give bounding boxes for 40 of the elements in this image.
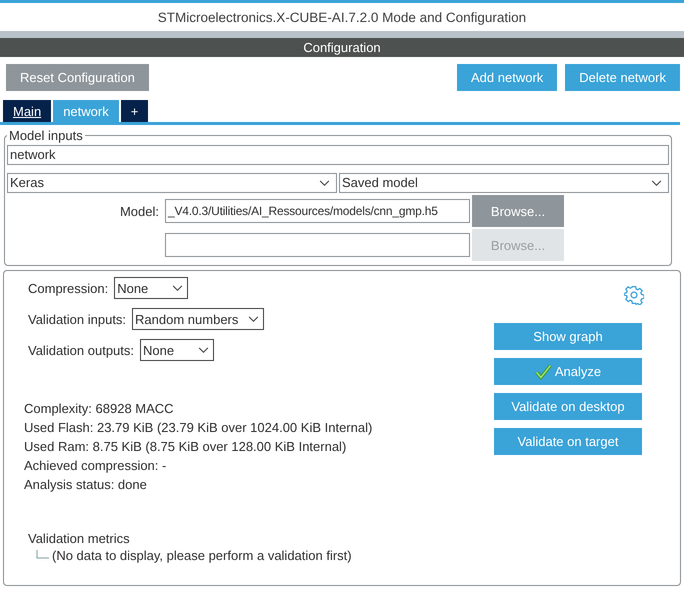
model-path-field[interactable]: _V4.0.3/Utilities/AI_Ressources/models/cnn_gmp.h5 xyxy=(165,199,470,223)
result-text: Used Ram: 8.75 KiB (8.75 KiB over 128.00 KiB Internal) xyxy=(24,438,348,456)
setting-dropdown[interactable]: Random numbers xyxy=(132,308,264,330)
chevron-icon xyxy=(248,316,260,322)
tab[interactable]: network xyxy=(53,100,119,122)
settings-icon[interactable] xyxy=(624,285,644,305)
tab[interactable]: + xyxy=(120,100,148,122)
format-dropdown[interactable]: Saved model xyxy=(339,173,669,193)
chevron-icon xyxy=(651,180,662,186)
action-button[interactable]: Validate on desktop xyxy=(494,393,642,420)
network-name-field[interactable]: network xyxy=(7,145,669,165)
result-text: Analysis status: done xyxy=(24,476,148,494)
network-button[interactable]: Delete network xyxy=(565,64,680,91)
setting-label: Validation outputs: xyxy=(28,342,134,358)
setting-dropdown[interactable]: None xyxy=(140,339,214,361)
empty-message: (No data to display, please perform a validation first) xyxy=(52,548,352,563)
setting-label: Compression: xyxy=(28,280,108,296)
model-path-field[interactable] xyxy=(165,233,470,257)
result-text: Used Flash: 23.79 KiB (23.79 KiB over 1024.00 KiB Internal) xyxy=(24,419,374,437)
action-button[interactable]: Show graph xyxy=(494,323,642,350)
tree-connector-icon xyxy=(36,550,50,562)
group-title: Model inputs xyxy=(8,128,84,143)
model-label: Model: xyxy=(120,204,159,218)
action-button[interactable]: Analyze xyxy=(494,358,642,385)
result-text: Achieved compression: - xyxy=(24,457,168,475)
action-button[interactable]: Validate on target xyxy=(494,428,642,455)
window-title: STMicroelectronics.X-CUBE-AI.7.2.0 Mode and Configuration xyxy=(158,10,526,24)
section-header: Configuration xyxy=(0,38,684,57)
chevron-icon xyxy=(198,346,209,354)
setting-label: Validation inputs: xyxy=(28,312,126,326)
chevron-icon xyxy=(172,284,184,292)
result-text: Complexity: 68928 MACC xyxy=(24,400,175,418)
tab[interactable]: Main xyxy=(3,100,52,122)
framework-dropdown[interactable]: Keras xyxy=(7,173,337,193)
network-button[interactable]: Add network xyxy=(457,64,558,91)
chevron-icon xyxy=(319,180,330,186)
tree-label: Validation metrics xyxy=(28,530,130,548)
check-icon xyxy=(534,363,552,380)
setting-dropdown[interactable]: None xyxy=(114,277,188,299)
browse-button[interactable]: Browse... xyxy=(472,195,564,227)
